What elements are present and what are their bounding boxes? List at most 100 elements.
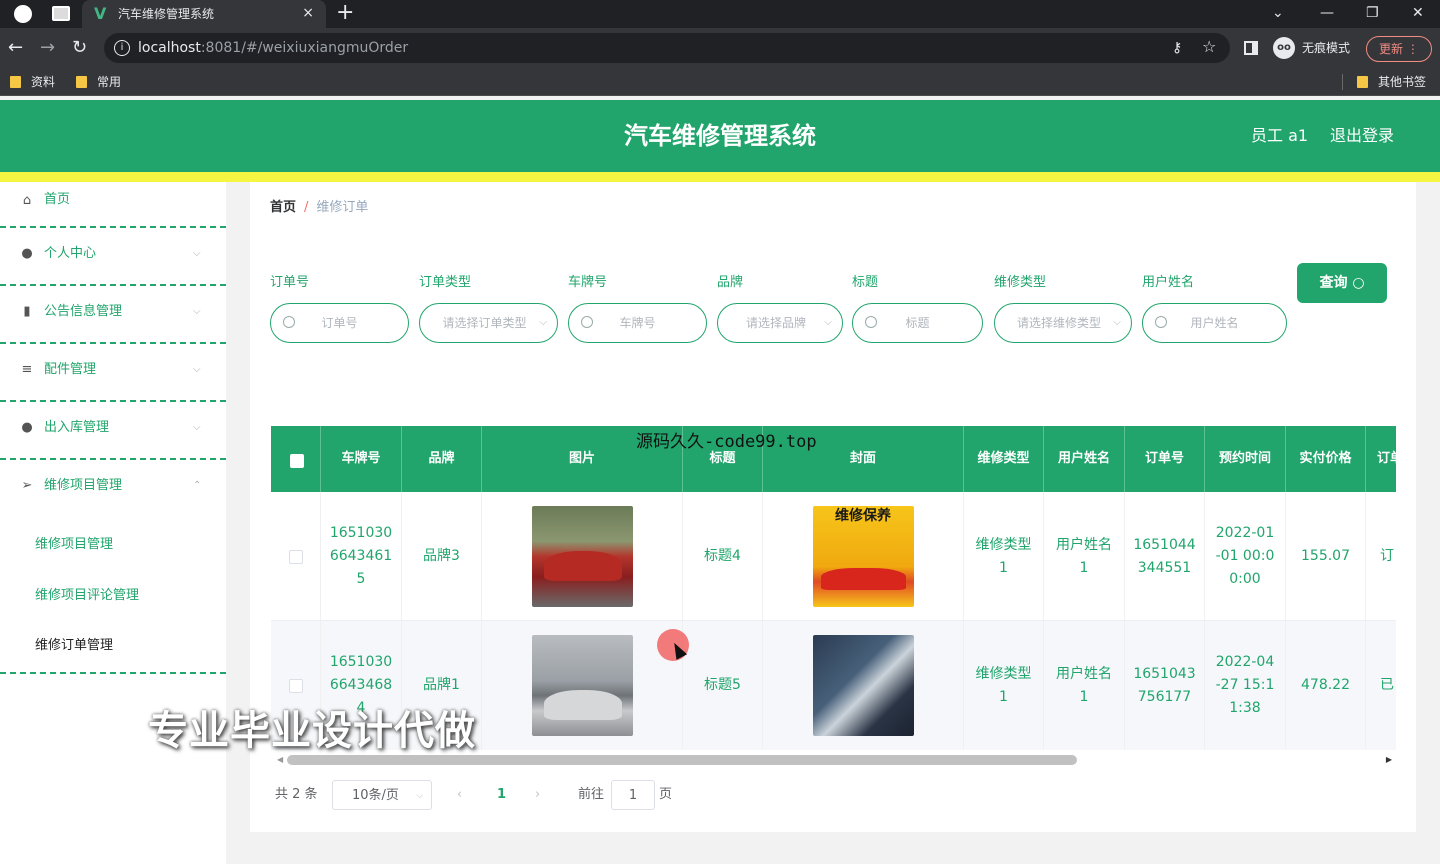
sidebar-item-label: 配件管理 xyxy=(44,362,97,377)
cover-mechanic-photo[interactable] xyxy=(812,635,914,736)
send-icon: ➢ xyxy=(21,478,33,493)
goto-page-input[interactable]: 1 xyxy=(611,780,655,810)
logout-link[interactable]: 退出登录 xyxy=(1330,126,1394,146)
sidebar-subitem-comments[interactable]: 维修项目评论管理 xyxy=(35,587,139,605)
app-header: 汽车维修管理系统 员工 a1 退出登录 xyxy=(0,100,1440,172)
restore-icon[interactable]: ❐ xyxy=(1366,3,1379,23)
column-header[interactable]: 实付价格 xyxy=(1286,426,1366,492)
reload-icon[interactable]: ↻ xyxy=(72,37,87,59)
cell-repair-type: 维修类型 1 xyxy=(964,492,1044,621)
chevron-down-icon: ⌵ xyxy=(824,317,832,328)
chevron-down-icon: ⌵ xyxy=(193,422,201,433)
header-select-all[interactable] xyxy=(271,426,321,492)
page-number-current[interactable]: 1 xyxy=(497,780,506,810)
cell-status: 订 xyxy=(1366,492,1396,621)
sidebar-subitem-orders[interactable]: 维修订单管理 xyxy=(35,637,113,655)
header-strip xyxy=(0,172,1440,182)
sidebar-item-repair-projects[interactable]: ➢ 维修项目管理 ⌃ xyxy=(0,460,226,518)
tab-close-icon[interactable]: × xyxy=(302,4,314,22)
other-bookmarks[interactable]: 其他书签 xyxy=(1357,74,1426,90)
forward-icon[interactable]: → xyxy=(40,37,55,59)
total-count: 共 2 条 xyxy=(275,787,318,802)
breadcrumb-separator: / xyxy=(304,200,309,215)
tab-window-icon[interactable] xyxy=(52,6,70,21)
column-header[interactable]: 订单号 xyxy=(1125,426,1205,492)
plate-input[interactable]: 车牌号 xyxy=(568,303,707,343)
column-header[interactable]: 品牌 xyxy=(402,426,482,492)
globe-icon[interactable] xyxy=(14,5,32,23)
column-header[interactable]: 预约时间 xyxy=(1205,426,1286,492)
repair-type-select[interactable]: 请选择维修类型 ⌵ xyxy=(994,303,1132,343)
sliders-icon: ≡ xyxy=(21,362,33,377)
chevron-up-icon: ⌃ xyxy=(193,480,202,491)
column-header[interactable]: 维修类型 xyxy=(964,426,1044,492)
vue-icon: V xyxy=(94,4,107,23)
url-text[interactable]: localhost:8081/#/weixiuxiangmuOrder xyxy=(138,39,408,57)
cell-price: 155.07 xyxy=(1286,492,1366,621)
row-checkbox[interactable] xyxy=(288,549,303,564)
info-icon[interactable]: i xyxy=(114,40,130,56)
breadcrumb: 首页 / 维修订单 xyxy=(270,199,368,217)
breadcrumb-current: 维修订单 xyxy=(316,200,369,215)
page-size-select[interactable]: 10条/页 ⌵ xyxy=(332,780,432,810)
minimize-icon[interactable]: — xyxy=(1320,3,1334,23)
cover-poster[interactable]: 维修保养 xyxy=(812,506,914,607)
star-icon[interactable]: ☆ xyxy=(1202,37,1216,57)
new-tab-icon[interactable]: + xyxy=(336,1,354,25)
sidebar-item-label: 个人中心 xyxy=(44,246,97,261)
select-placeholder: 请选择维修类型 xyxy=(1016,316,1101,330)
username-input[interactable]: 用户姓名 xyxy=(1142,303,1287,343)
row-checkbox-cell[interactable] xyxy=(271,492,321,621)
url-bar[interactable]: i localhost:8081/#/weixiuxiangmuOrder ⚷ … xyxy=(104,33,1230,63)
sidebar-subitem-projects[interactable]: 维修项目管理 xyxy=(35,536,113,554)
car-photo[interactable] xyxy=(531,635,633,736)
select-all-checkbox[interactable] xyxy=(290,454,304,468)
query-button[interactable]: 查询 ○ xyxy=(1297,263,1387,303)
sidebar-item-inventory[interactable]: ● 出入库管理 ⌵ xyxy=(0,402,226,460)
cell-image xyxy=(482,492,683,621)
input-placeholder: 用户姓名 xyxy=(1190,316,1239,330)
sidebar-item-notices[interactable]: ▮ 公告信息管理 ⌵ xyxy=(0,286,226,344)
scrollbar-thumb[interactable] xyxy=(287,755,1077,765)
update-button[interactable]: 更新 ⋮ xyxy=(1366,36,1432,62)
column-header[interactable]: 订单 xyxy=(1366,426,1396,492)
incognito-icon[interactable]: oo xyxy=(1273,37,1295,59)
input-placeholder: 订单号 xyxy=(321,316,358,330)
prev-page-icon[interactable]: ‹ xyxy=(457,780,462,810)
app-title: 汽车维修管理系统 xyxy=(624,122,816,150)
incognito-label: 无痕模式 xyxy=(1302,41,1351,55)
browser-tab[interactable]: V 汽车维修管理系统 × xyxy=(82,0,326,28)
order-type-select[interactable]: 请选择订单类型 ⌵ xyxy=(419,303,558,343)
order-no-input[interactable]: 订单号 xyxy=(270,303,409,343)
sidebar-item-parts[interactable]: ≡ 配件管理 ⌵ xyxy=(0,344,226,402)
next-page-icon[interactable]: › xyxy=(535,780,540,810)
chevron-down-icon: ⌵ xyxy=(539,317,547,328)
back-icon[interactable]: ← xyxy=(8,37,23,59)
cell-image xyxy=(482,621,683,750)
key-icon[interactable]: ⚷ xyxy=(1172,38,1182,58)
brand-select[interactable]: 请选择品牌 ⌵ xyxy=(717,303,843,343)
window-close-icon[interactable]: ✕ xyxy=(1412,3,1424,23)
filter-label-order-type: 订单类型 xyxy=(419,275,472,290)
sidebar-item-profile[interactable]: ● 个人中心 ⌵ xyxy=(0,228,226,286)
tab-search-icon[interactable]: ⌄ xyxy=(1272,3,1284,23)
table-row[interactable]: 1651030 6643461 5 品牌3 标题4 维修保养 维修类型 1 用户姓名 1… xyxy=(271,492,1396,621)
breadcrumb-home[interactable]: 首页 xyxy=(270,200,296,215)
bookmark-folder[interactable]: 资料 xyxy=(10,74,55,90)
column-header[interactable]: 用户姓名 xyxy=(1044,426,1125,492)
home-icon: ⌂ xyxy=(22,193,32,208)
side-panel-icon[interactable] xyxy=(1244,41,1258,55)
sidebar-item-home[interactable]: ⌂ 首页 xyxy=(0,182,226,228)
bookmark-folder[interactable]: 常用 xyxy=(76,74,121,90)
row-checkbox[interactable] xyxy=(288,678,303,693)
column-header[interactable]: 车牌号 xyxy=(321,426,402,492)
filter-label-username: 用户姓名 xyxy=(1142,275,1195,290)
chevron-down-icon: ⌵ xyxy=(193,248,201,259)
scroll-right-icon[interactable]: ▶ xyxy=(1386,754,1392,766)
cell-username: 用户姓名 1 xyxy=(1044,492,1125,621)
title-input[interactable]: 标题 xyxy=(852,303,983,343)
car-photo[interactable] xyxy=(531,506,633,607)
filter-label-brand: 品牌 xyxy=(717,275,744,290)
cell-title: 标题4 xyxy=(683,492,763,621)
input-placeholder: 标题 xyxy=(905,316,930,330)
